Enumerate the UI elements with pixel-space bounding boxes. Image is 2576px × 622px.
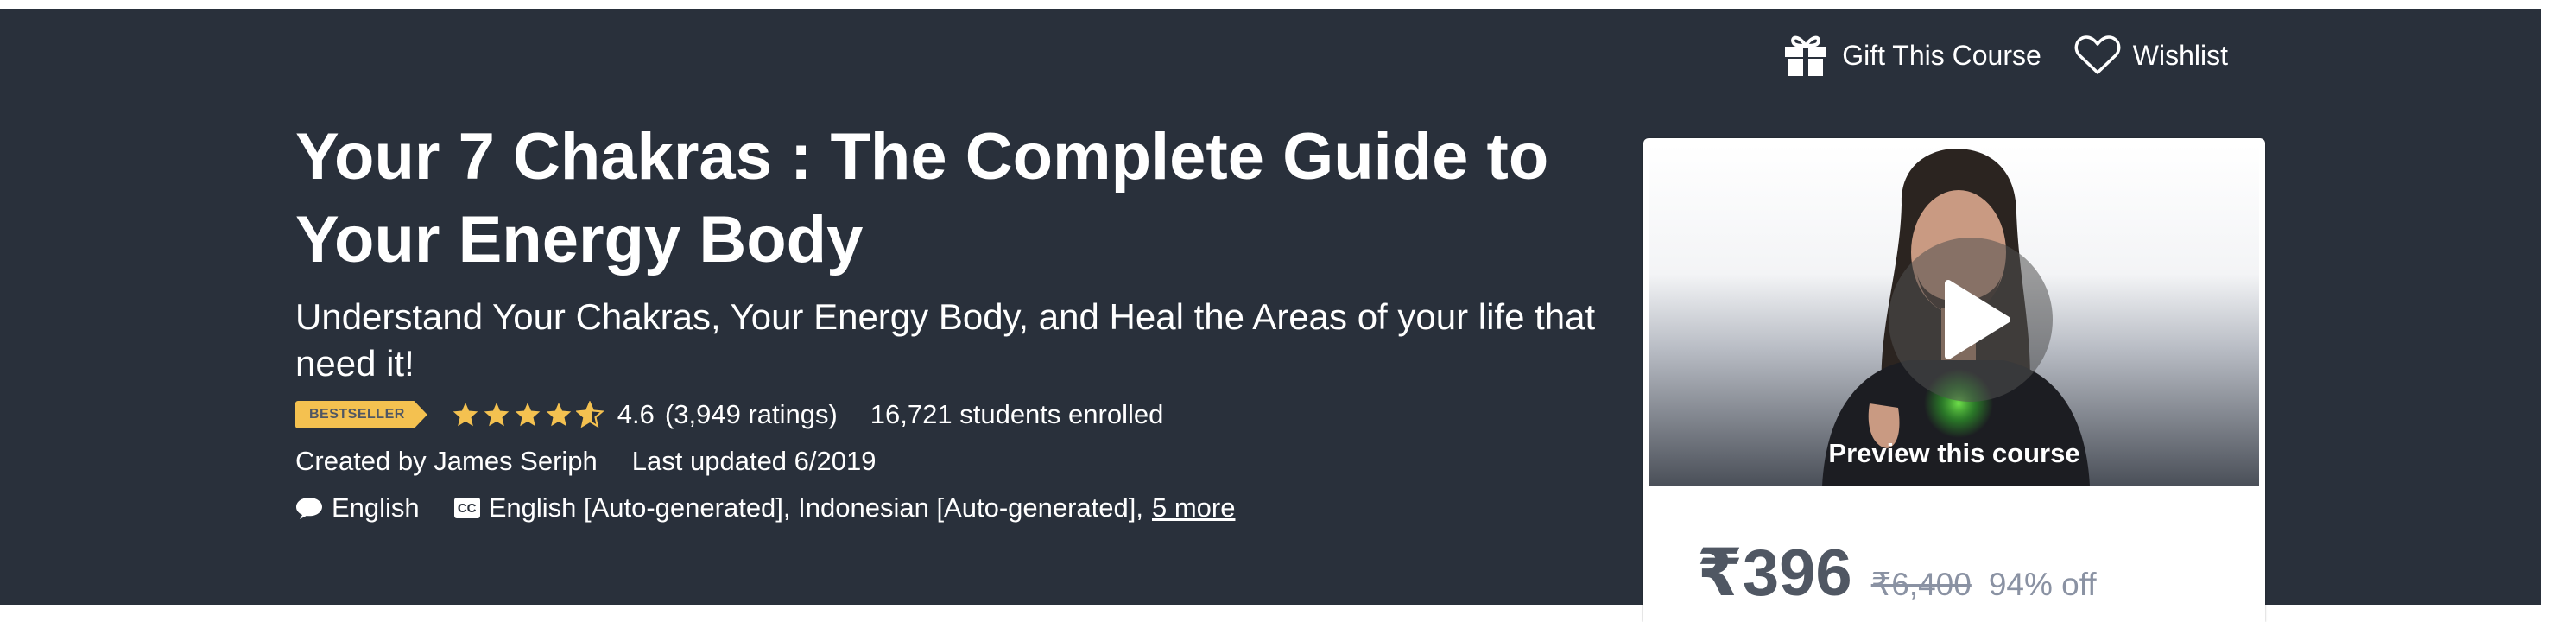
star-icon: [546, 403, 572, 427]
captions-list: English [Auto-generated], Indonesian [Au…: [488, 492, 1143, 523]
students-enrolled: 16,721 students enrolled: [870, 399, 1164, 429]
play-icon: [1945, 280, 2010, 359]
last-updated: Last updated 6/2019: [631, 446, 877, 476]
speech-bubble-icon: [296, 498, 322, 519]
course-preview[interactable]: Preview this course: [1649, 144, 2259, 486]
created-by[interactable]: Created by James Seriph: [295, 446, 598, 477]
page: Gift This Course Wishlist Your 7 Chakras…: [0, 0, 2576, 622]
ratings-count: (3,949 ratings): [664, 399, 838, 429]
gift-icon: [1785, 35, 1827, 76]
star-icon: [515, 403, 541, 427]
wishlist-label: Wishlist: [2132, 39, 2228, 71]
star-rating[interactable]: [452, 401, 604, 428]
gift-course-button[interactable]: Gift This Course: [1782, 33, 2041, 78]
discount-percent: 94% off: [1988, 567, 2097, 602]
bestseller-badge: BESTSELLER: [295, 401, 427, 428]
heart-icon: [2074, 35, 2121, 74]
price-row: ₹396 ₹6,400 94% off: [1697, 534, 2097, 611]
more-captions-link[interactable]: 5 more: [1152, 492, 1235, 524]
wishlist-button[interactable]: Wishlist: [2074, 35, 2228, 76]
star-icon: [453, 403, 478, 427]
course-title: Your 7 Chakras : The Complete Guide to Y…: [295, 120, 1549, 276]
course-language: English: [332, 492, 420, 523]
course-subtitle: Understand Your Chakras, Your Energy Bod…: [295, 296, 1596, 384]
course-info: Your 7 Chakras : The Complete Guide to Y…: [295, 116, 1608, 524]
cc-icon: CC: [453, 498, 480, 518]
rating-value: 4.6: [617, 399, 655, 429]
top-actions: Gift This Course Wishlist: [1782, 33, 2228, 78]
preview-label: Preview this course: [1828, 438, 2080, 468]
purchase-card: Preview this course ₹396 ₹6,400 94% off: [1643, 138, 2265, 622]
course-banner: Gift This Course Wishlist Your 7 Chakras…: [0, 9, 2541, 622]
current-price: ₹396: [1697, 536, 1852, 610]
language-row: English CC English [Auto-generated], Ind…: [295, 492, 1608, 524]
rating-row: BESTSELLER 4.6 (3,949 ratings) 16,721 st…: [295, 399, 1608, 430]
author-row: Created by James Seriph Last updated 6/2…: [295, 446, 1608, 477]
star-half-icon: [575, 401, 604, 428]
original-price: ₹6,400: [1870, 567, 1972, 602]
gift-course-label: Gift This Course: [1842, 39, 2041, 71]
star-icon: [484, 403, 510, 427]
